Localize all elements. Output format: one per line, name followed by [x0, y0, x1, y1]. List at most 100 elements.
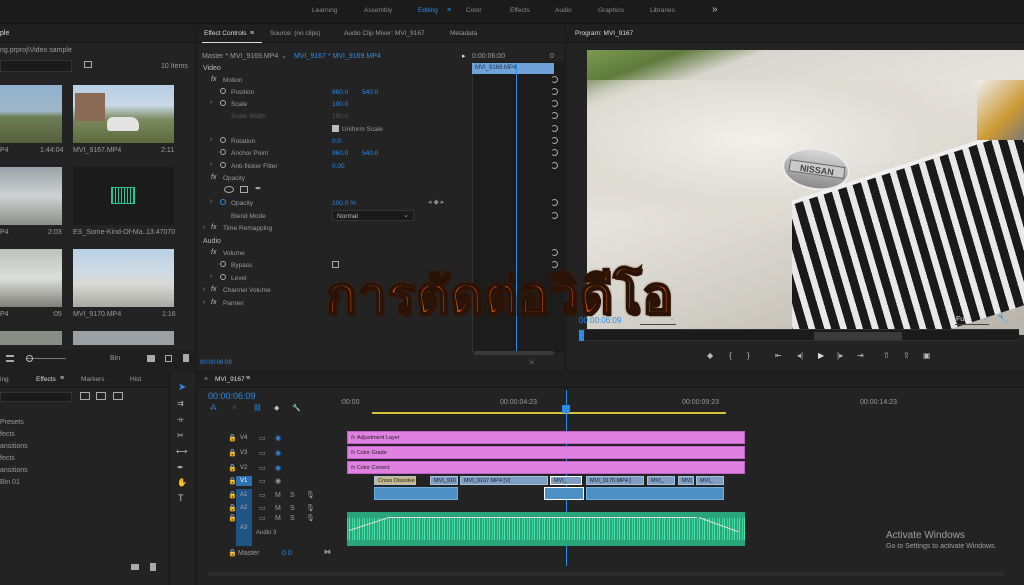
clip-v1[interactable]: MVI_9167.MP4 [V]	[460, 476, 548, 485]
clip-thumbnail-7[interactable]	[0, 331, 62, 345]
menu-icon[interactable]: ≡	[246, 375, 250, 382]
audio-clip-a1[interactable]	[586, 487, 724, 500]
selection-tool-icon[interactable]: ➤	[178, 382, 186, 393]
sync-lock-icon[interactable]: ▭	[259, 449, 266, 457]
linked-selection-icon[interactable]: ⛓	[253, 404, 262, 412]
master-clip-label[interactable]: Master * MVI_9169.MP4	[202, 53, 278, 60]
go-to-end-icon[interactable]: ⧓	[324, 548, 331, 556]
close-icon[interactable]: ×	[204, 376, 208, 383]
scale-value[interactable]: 100.0	[332, 101, 348, 108]
mic-icon[interactable]: 🎙	[306, 514, 315, 522]
clip-v1[interactable]: MVI_916	[430, 476, 458, 485]
new-search-bin-icon[interactable]	[84, 61, 92, 68]
sync-lock-icon[interactable]: ▭	[259, 464, 266, 472]
stopwatch-icon[interactable]	[220, 137, 226, 143]
export-frame-icon[interactable]: ⇲	[528, 358, 534, 366]
mark-in-icon[interactable]: {	[729, 351, 732, 360]
tab-source[interactable]: Source: (no clips)	[270, 30, 321, 37]
eye-icon[interactable]: ◉	[275, 449, 281, 457]
timeline-horizontal-scrollbar[interactable]	[208, 572, 1004, 576]
new-bin-icon[interactable]	[131, 564, 139, 570]
add-marker-icon[interactable]: ◆	[274, 404, 279, 412]
razor-tool-icon[interactable]: ✂	[177, 431, 184, 440]
reset-icon[interactable]	[551, 162, 558, 169]
lock-icon[interactable]: 🔒	[228, 449, 237, 457]
effects-search-input[interactable]	[0, 392, 72, 402]
workspace-tab-assembly[interactable]: Assembly	[364, 7, 392, 14]
expand-chevron-icon[interactable]: ›	[210, 99, 212, 106]
program-title[interactable]: Program: MVI_9167	[575, 30, 633, 37]
clip-thumbnail-1[interactable]	[0, 85, 62, 143]
snap-icon[interactable]: ∩	[232, 404, 237, 411]
sync-lock-icon[interactable]: ▭	[259, 491, 266, 499]
uniform-scale-checkbox[interactable]	[332, 125, 339, 132]
chevron-down-icon[interactable]: ⌄	[281, 52, 287, 60]
wrench-icon[interactable]: 🔧	[997, 313, 1008, 324]
sequence-clip-label[interactable]: MVI_9167 * MVI_9169.MP4	[294, 53, 381, 60]
32bit-effects-icon[interactable]	[96, 392, 106, 400]
eye-icon[interactable]: ◉	[275, 477, 281, 485]
audio-clip-a1[interactable]	[374, 487, 458, 500]
expand-chevron-icon[interactable]: ›	[203, 299, 205, 306]
trash-icon[interactable]	[183, 354, 189, 362]
play-clip-icon[interactable]: ▸	[462, 52, 466, 60]
hand-tool-icon[interactable]: ✋	[177, 478, 187, 487]
clip-thumbnail-3[interactable]	[0, 167, 62, 225]
work-area-bar[interactable]	[372, 412, 726, 414]
stopwatch-icon[interactable]	[220, 88, 226, 94]
opacity-value[interactable]: 100.0 %	[332, 200, 356, 207]
expand-chevron-icon[interactable]: ›	[210, 273, 212, 280]
ec-clip-bar[interactable]: MVI_9169.MP4	[472, 63, 554, 74]
yuv-effects-icon[interactable]	[113, 392, 123, 400]
track-select-tool-icon[interactable]: ⇉	[177, 399, 184, 408]
position-x-value[interactable]: 960.0	[332, 89, 348, 96]
tab-history[interactable]: Hist	[130, 376, 141, 383]
audio-clip-music[interactable]	[347, 512, 745, 546]
rectangle-mask-icon[interactable]	[240, 186, 248, 193]
pen-tool-icon[interactable]: ✒	[177, 463, 184, 472]
workspace-tab-editing[interactable]: Editing	[418, 7, 438, 14]
sync-lock-icon[interactable]: ▭	[259, 434, 266, 442]
quality-select[interactable]: Full ⌄	[955, 315, 989, 325]
reset-icon[interactable]	[551, 212, 558, 219]
anchor-x-value[interactable]: 960.0	[332, 150, 348, 157]
mute-button[interactable]: M	[275, 492, 281, 499]
project-search-input[interactable]	[0, 60, 72, 72]
clip-color-grade[interactable]: fx Color Grade	[347, 446, 745, 459]
expand-chevron-icon[interactable]: ›	[210, 198, 212, 205]
go-to-in-icon[interactable]: ⇤	[775, 351, 782, 360]
clip-v1[interactable]: MVI_	[696, 476, 724, 485]
workspace-tab-effects[interactable]: Effects	[510, 7, 530, 14]
zoom-slider-handle[interactable]	[26, 355, 33, 362]
lock-icon[interactable]: 🔒	[228, 504, 237, 512]
master-volume-value[interactable]: 0.0	[282, 550, 292, 557]
clip-thumbnail-2[interactable]	[73, 85, 174, 143]
stopwatch-icon[interactable]	[220, 162, 226, 168]
lift-icon[interactable]: ⇧	[883, 351, 890, 360]
expand-chevron-icon[interactable]: ›	[210, 161, 212, 168]
timeline-vertical-scrollbar[interactable]	[998, 412, 1004, 562]
camera-icon[interactable]: ▣	[923, 351, 931, 360]
reset-icon[interactable]	[551, 100, 558, 107]
clip-thumbnail-6[interactable]	[73, 249, 174, 307]
eye-icon[interactable]: ◉	[275, 434, 281, 442]
go-to-out-icon[interactable]: ⇥	[857, 351, 864, 360]
list-view-icon[interactable]	[6, 355, 14, 362]
expand-chevron-icon[interactable]: ›	[210, 136, 212, 143]
ripple-edit-tool-icon[interactable]: ⟛	[177, 415, 184, 425]
anchor-y-value[interactable]: 540.0	[362, 150, 378, 157]
tab-effects[interactable]: Effects	[36, 376, 56, 383]
clip-thumbnail-8[interactable]	[73, 331, 174, 345]
new-item-icon[interactable]	[165, 355, 172, 362]
audio-clip-a1[interactable]	[544, 487, 584, 500]
clip-adjustment-layer[interactable]: fx Adjustment Layer	[347, 431, 745, 444]
blend-mode-select[interactable]: Normal ⌄	[332, 210, 414, 221]
clip-v1[interactable]: MVI_	[678, 476, 694, 485]
effects-folder-audio-transitions[interactable]: ansitions	[0, 443, 28, 450]
tab-learning-partial[interactable]: ing	[0, 376, 9, 383]
mic-icon[interactable]: 🎙	[306, 504, 315, 512]
more-workspaces-icon[interactable]: »	[712, 4, 718, 15]
menu-icon[interactable]: ≡	[447, 7, 451, 14]
reset-icon[interactable]	[551, 112, 558, 119]
lock-icon[interactable]: 🔒	[228, 464, 237, 472]
